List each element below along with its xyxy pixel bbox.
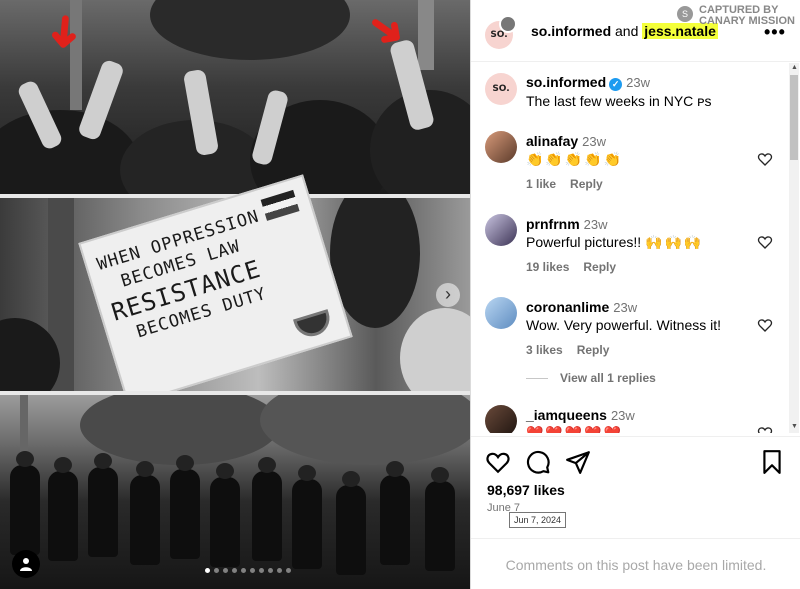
photo-crowd-hands: ➜ ➜: [0, 0, 470, 194]
post-actions: [471, 436, 800, 481]
reply-button[interactable]: Reply: [577, 343, 610, 357]
post-media-carousel[interactable]: ➜ ➜ WHEN OPPRESSION BECOMES LAW RESISTAN…: [0, 0, 470, 589]
collaborator-avatar[interactable]: [499, 15, 517, 33]
carousel-dot[interactable]: [232, 568, 237, 573]
comment-text: 👏👏👏👏👏: [526, 151, 624, 167]
reply-button[interactable]: Reply: [583, 260, 616, 274]
carousel-dot[interactable]: [259, 568, 264, 573]
caption-text: The last few weeks in NYC ᴘs: [526, 93, 712, 109]
scroll-thumb[interactable]: [790, 75, 798, 160]
carousel-dot[interactable]: [223, 568, 228, 573]
likes-count[interactable]: 98,697 likes: [487, 482, 565, 498]
watermark-line2: CANARY MISSION: [699, 15, 795, 27]
commenter-avatar[interactable]: [485, 297, 517, 329]
watermelon-drawing: [293, 309, 334, 341]
photo-police-line: [0, 395, 470, 589]
comment-icon[interactable]: [525, 449, 551, 475]
carousel-dot[interactable]: [214, 568, 219, 573]
comment-likes[interactable]: 19 likes: [526, 260, 569, 274]
user-icon: [20, 558, 32, 571]
verified-icon: ✓: [609, 78, 623, 91]
comment-emoji: 🙌🙌🙌: [645, 234, 704, 250]
view-replies-button[interactable]: View all 1 replies: [526, 371, 656, 385]
commenter-avatar[interactable]: [485, 405, 517, 433]
comment-username[interactable]: prnfrnm: [526, 216, 580, 232]
reply-button[interactable]: Reply: [570, 177, 603, 191]
comment-likes[interactable]: 1 like: [526, 177, 556, 191]
comment-username[interactable]: alinafay: [526, 133, 578, 149]
carousel-dot[interactable]: [250, 568, 255, 573]
heart-icon[interactable]: [757, 234, 773, 250]
post-details-panel: SO. so.informed and jess.natale ••• SO. …: [470, 0, 800, 589]
watermark: S CAPTURED BY CANARY MISSION: [677, 3, 797, 27]
comments-list[interactable]: SO. so.informed ✓ 23w The last few weeks i…: [471, 63, 789, 433]
send-icon[interactable]: [565, 449, 591, 475]
comment-time: 23w: [610, 408, 635, 423]
carousel-dot[interactable]: [277, 568, 282, 573]
caption-avatar[interactable]: SO.: [485, 73, 517, 105]
commenter-avatar[interactable]: [485, 131, 517, 163]
comment-text: Powerful pictures!! 🙌🙌🙌: [526, 234, 703, 251]
comment-text: ❤️❤️❤️❤️❤️: [526, 425, 624, 433]
caption-username[interactable]: so.informed: [526, 74, 606, 90]
commenter-avatar[interactable]: [485, 214, 517, 246]
carousel-dots: [205, 568, 291, 573]
authors-connector: and: [615, 23, 639, 39]
scroll-up-icon[interactable]: ▲: [791, 64, 798, 71]
date-tooltip: Jun 7, 2024: [509, 512, 567, 528]
watermark-logo-icon: S: [677, 6, 693, 22]
comment-time: 23w: [613, 300, 638, 315]
next-slide-button[interactable]: ›: [436, 283, 460, 307]
comment-time: 23w: [582, 134, 606, 149]
comment-time: 23w: [583, 217, 608, 232]
tagged-users-button[interactable]: [12, 550, 40, 578]
comment-text-body: Powerful pictures!!: [526, 234, 646, 250]
carousel-dot[interactable]: [268, 568, 273, 573]
heart-icon[interactable]: [757, 151, 773, 167]
bookmark-icon[interactable]: [759, 449, 785, 475]
scroll-down-icon[interactable]: ▼: [791, 423, 798, 430]
carousel-dot[interactable]: [286, 568, 291, 573]
comment-username[interactable]: coronanlime: [526, 299, 609, 315]
heart-icon[interactable]: [757, 317, 773, 333]
carousel-dot[interactable]: [205, 568, 210, 573]
heart-icon[interactable]: [757, 425, 773, 433]
heart-icon[interactable]: [485, 449, 511, 475]
comment-username[interactable]: _iamqueens: [526, 407, 607, 423]
carousel-dot[interactable]: [241, 568, 246, 573]
comment-text: Wow. Very powerful. Witness it!: [526, 317, 722, 333]
caption-time: 23w: [626, 75, 650, 90]
comment-likes[interactable]: 3 likes: [526, 343, 563, 357]
author-link[interactable]: so.informed: [531, 23, 611, 39]
red-arrow-annotation: ➜: [38, 11, 91, 53]
comments-scrollbar[interactable]: ▲ ▼: [789, 63, 799, 433]
comments-limited-notice: Comments on this post have been limited.: [471, 538, 800, 589]
